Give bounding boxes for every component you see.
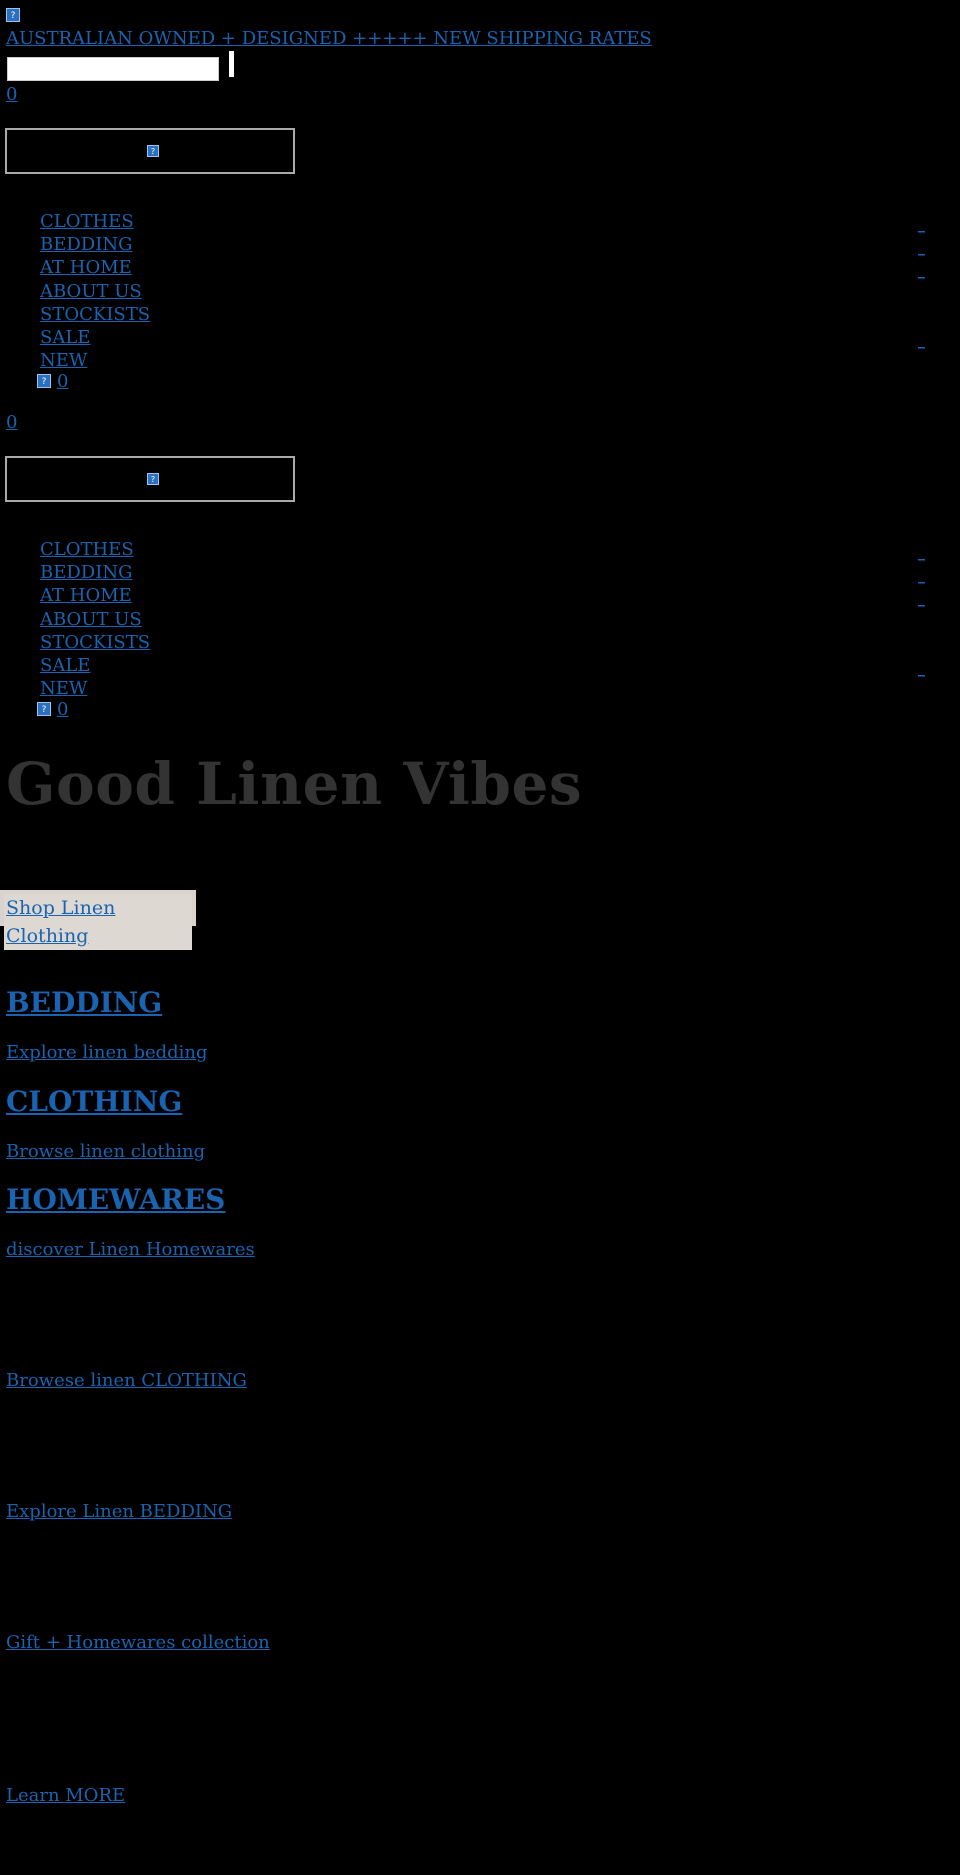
nav-item-stockists[interactable]: STOCKISTS [40, 303, 150, 326]
category-title-homewares[interactable]: HOMEWARES [6, 1183, 225, 1216]
browse-clothing-link[interactable]: Browese linen CLOTHING [6, 1370, 247, 1391]
site-logo-icon: ? [147, 145, 159, 157]
announcement-link[interactable]: AUSTRALIAN OWNED + DESIGNED +++++ NEW SH… [6, 28, 652, 49]
category-title-bedding[interactable]: BEDDING [6, 986, 162, 1019]
mobile-nav-item-sale[interactable]: SALE [40, 654, 150, 677]
mobile-submenu-toggle-at-home[interactable]: _ [918, 592, 925, 608]
mobile-nav-item-clothes[interactable]: CLOTHES [40, 538, 150, 561]
mobile-nav-item-new[interactable]: NEW [40, 677, 150, 700]
gift-homewares-link[interactable]: Gift + Homewares collection [6, 1632, 270, 1653]
category-title-clothing[interactable]: CLOTHING [6, 1085, 182, 1118]
nav-cart-count[interactable]: 0 [57, 371, 68, 392]
mobile-logo-icon: ? [147, 473, 159, 485]
nav-item-at-home[interactable]: AT HOME [40, 256, 150, 279]
main-nav: CLOTHES BEDDING AT HOME ABOUT US STOCKIS… [40, 210, 150, 372]
mobile-cart-count[interactable]: 0 [6, 412, 17, 433]
submenu-toggle-sale[interactable]: _ [918, 334, 925, 350]
logo-broken-image-icon[interactable]: ? [6, 8, 20, 22]
learn-more-link[interactable]: Learn MORE [6, 1785, 125, 1806]
hero-title: Good Linen Vibes [6, 750, 583, 818]
search-input[interactable] [7, 57, 219, 81]
submenu-toggle-clothes[interactable]: _ [918, 218, 925, 234]
mobile-nav-cart-count[interactable]: 0 [57, 699, 68, 720]
submenu-toggle-at-home[interactable]: _ [918, 264, 925, 280]
nav-item-new[interactable]: NEW [40, 349, 150, 372]
mobile-logo-link[interactable]: ? [5, 456, 295, 502]
category-link-bedding[interactable]: Explore linen bedding [6, 1042, 208, 1063]
site-logo-link[interactable]: ? [5, 128, 295, 174]
category-link-clothing[interactable]: Browse linen clothing [6, 1141, 205, 1162]
submenu-toggle-bedding[interactable]: _ [918, 241, 925, 257]
shop-linen-clothing-button[interactable]: Shop Linen Clothing [0, 890, 196, 950]
mobile-nav-item-stockists[interactable]: STOCKISTS [40, 631, 150, 654]
mobile-submenu-toggle-bedding[interactable]: _ [918, 569, 925, 585]
explore-bedding-link[interactable]: Explore Linen BEDDING [6, 1501, 232, 1522]
nav-item-clothes[interactable]: CLOTHES [40, 210, 150, 233]
mobile-submenu-toggle-clothes[interactable]: _ [918, 546, 925, 562]
cart-icon[interactable]: ? [37, 374, 51, 388]
mobile-cart-icon[interactable]: ? [37, 702, 51, 716]
mobile-submenu-toggle-sale[interactable]: _ [918, 662, 925, 678]
nav-item-sale[interactable]: SALE [40, 326, 150, 349]
search-submit-button[interactable] [229, 51, 234, 77]
category-link-homewares[interactable]: discover Linen Homewares [6, 1239, 255, 1260]
header-cart-count[interactable]: 0 [6, 84, 17, 105]
mobile-nav-item-at-home[interactable]: AT HOME [40, 584, 150, 607]
mobile-nav-item-bedding[interactable]: BEDDING [40, 561, 150, 584]
nav-item-about-us[interactable]: ABOUT US [40, 280, 150, 303]
shop-linen-clothing-label: Shop Linen Clothing [4, 894, 192, 950]
mobile-nav: CLOTHES BEDDING AT HOME ABOUT US STOCKIS… [40, 538, 150, 700]
nav-item-bedding[interactable]: BEDDING [40, 233, 150, 256]
mobile-nav-item-about-us[interactable]: ABOUT US [40, 608, 150, 631]
